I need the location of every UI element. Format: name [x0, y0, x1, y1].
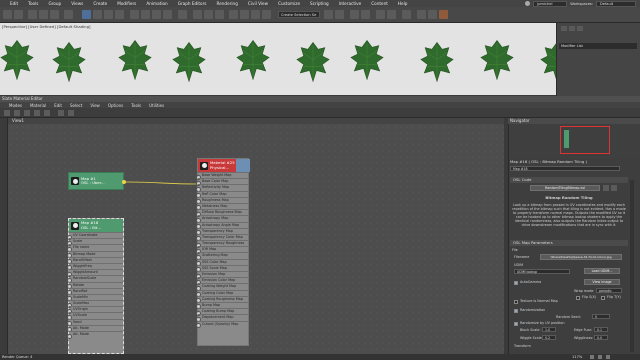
random-seed-label: Random Seed:	[556, 315, 581, 319]
navigator-title-bar: Navigator	[508, 118, 640, 124]
filename-label: Filename	[514, 255, 530, 259]
transform-label: Transform	[514, 344, 531, 348]
randomize-uv-label: Randomize by UV position	[520, 321, 565, 325]
normal-map-checkbox[interactable]	[514, 300, 518, 304]
node-material-25[interactable]: Material #25 Physical... Base Weight Map…	[196, 158, 250, 346]
node-header: Map #1 OSL : Uber...	[69, 173, 123, 189]
pan-icon[interactable]	[598, 355, 602, 359]
view-image-button[interactable]: View Image	[584, 279, 620, 285]
block-scale-spinner[interactable]: 1.0	[542, 327, 556, 332]
flip-s-checkbox[interactable]	[576, 296, 580, 300]
flip-t-label: Flip T(Y)	[607, 295, 621, 299]
navigator-title: Navigator	[510, 118, 530, 123]
block-scale-label: Block Scale:	[520, 328, 541, 332]
osl-file-button[interactable]: RandomTilingBitmap.osl	[530, 185, 600, 191]
edge-fuzz-spinner[interactable]: 0.1	[594, 327, 608, 332]
material-preview-swatch	[236, 159, 250, 172]
node-subtitle: OSL : Uber...	[81, 180, 105, 185]
rollout-title: OSL Map Parameters	[513, 240, 553, 245]
osl-map-icon	[71, 221, 79, 230]
wiggliness-spinner[interactable]: 0.0	[594, 335, 608, 340]
node-subtitle: OSL : Bit...	[81, 224, 101, 230]
material-slot-list: Base Weight Map Base Color Map Reflectivit…	[196, 172, 248, 329]
filename-button[interactable]: \Share\Desktop\leave-01-front-colour.jpg	[540, 254, 622, 260]
file-group-label: File	[512, 248, 518, 252]
wiggle-scale-spinner[interactable]: 0.2	[542, 335, 556, 340]
node-header: Map #18 OSL : Bit...	[69, 219, 123, 232]
shader-description: Look up a bitmap from passed in UV coord…	[512, 203, 626, 227]
edit-code-icon[interactable]	[611, 185, 617, 191]
wrap-mode-label: Wrap mode	[574, 289, 594, 293]
udim-label: UDIM	[514, 263, 524, 267]
wire-map1-to-basecolor	[123, 181, 198, 185]
flip-s-label: Flip S(X)	[582, 295, 597, 299]
zoom-icon[interactable]	[590, 355, 594, 359]
edge-fuzz-label: Edge Fuzz:	[574, 328, 593, 332]
randomize-uv-checkbox[interactable]	[514, 322, 518, 326]
zoom-extents-icon[interactable]	[606, 355, 610, 359]
physical-material-icon	[200, 161, 208, 170]
osl-map-icon	[71, 177, 79, 185]
wiggle-scale-label: Wiggle Scale:	[520, 336, 543, 340]
randomization-checkbox[interactable]	[514, 309, 518, 313]
node-input-slot[interactable]: Cutout (Opacity) Map	[196, 320, 248, 329]
autogamma-checkbox[interactable]	[514, 281, 518, 285]
osl-code-rollout[interactable]: OSL Code	[510, 177, 628, 183]
render-queue-status: Render Queue: 4	[2, 355, 33, 359]
autogamma-label: AutoGamma	[520, 280, 542, 284]
load-udim-button[interactable]: Load UDIM...	[584, 268, 620, 274]
randomization-label: Randomization	[520, 308, 546, 312]
node-map18[interactable]: Map #18 OSL : Bit... UV Coordinate Scale F…	[67, 218, 124, 354]
status-bar: Render Queue: 4 117%	[0, 354, 640, 360]
navigator-node-thumb	[564, 130, 569, 148]
udim-dropdown[interactable]: UDIM lookup	[514, 269, 570, 274]
rollout-title: OSL Code	[513, 177, 532, 182]
output-socket[interactable]	[122, 180, 126, 184]
normal-map-label: Texture is Normal Map	[520, 299, 558, 303]
zoom-level[interactable]: 117%	[572, 354, 582, 360]
random-seed-spinner[interactable]: 0	[592, 314, 610, 319]
flip-t-checkbox[interactable]	[601, 296, 605, 300]
shader-name: Bitmap Random Tiling	[545, 195, 593, 200]
osl-params-rollout[interactable]: OSL Map Parameters	[510, 240, 628, 246]
properties-header: Map #18 ( OSL : Bitmap Random Tiling )	[510, 159, 587, 164]
node-input-slot[interactable]: Alt. Mode	[67, 331, 123, 339]
folder-icon[interactable]	[603, 185, 609, 191]
wiggliness-label: Wiggliness:	[574, 336, 594, 340]
map-name-field[interactable]: Map #18	[510, 166, 620, 171]
map18-slot-list: UV Coordinate Scale File name Bitmap Mode Ra…	[67, 232, 123, 339]
node-map1[interactable]: Map #1 OSL : Uber...	[68, 172, 126, 190]
wrap-mode-dropdown[interactable]: periodic	[596, 288, 622, 293]
node-subtitle: Physical...	[210, 164, 230, 170]
properties-scrollbar[interactable]	[630, 180, 634, 352]
